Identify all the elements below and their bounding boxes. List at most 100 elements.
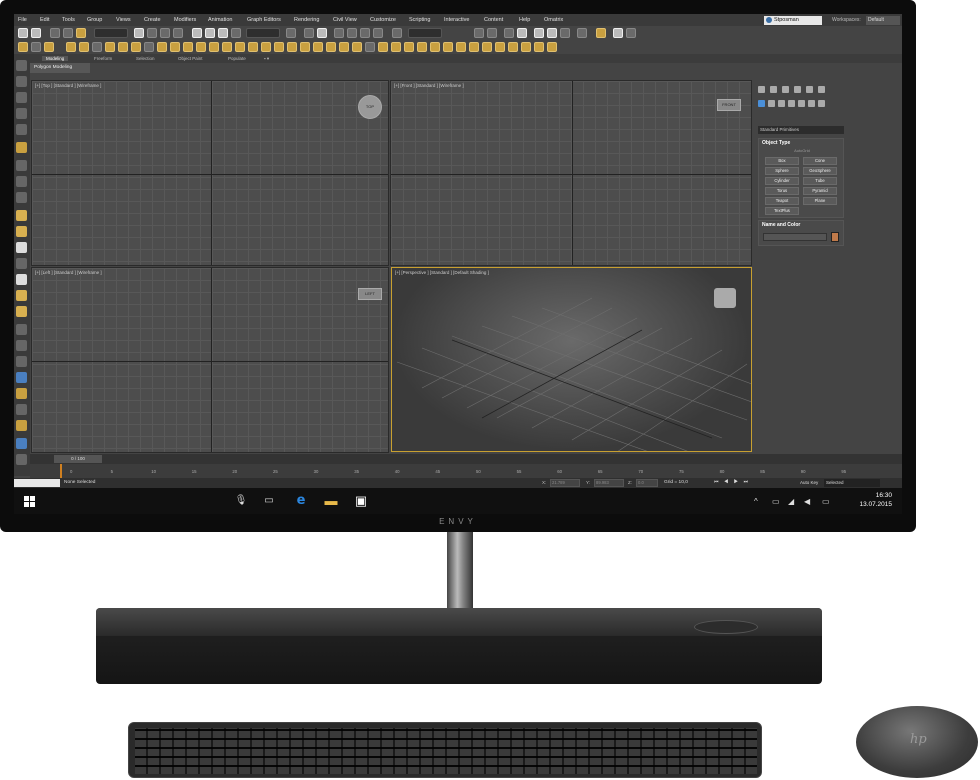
menu-animation[interactable]: Animation bbox=[208, 17, 232, 23]
snaps-toggle-icon[interactable] bbox=[334, 28, 344, 38]
toolbar-tool-40-icon[interactable] bbox=[534, 42, 544, 52]
utilities-tab-icon[interactable] bbox=[818, 86, 825, 93]
toolbar-tool-27-icon[interactable] bbox=[365, 42, 375, 52]
notifications-icon[interactable]: ▭ bbox=[822, 497, 830, 506]
toolbar-tool-14-icon[interactable] bbox=[196, 42, 206, 52]
toolbar-tool-18-icon[interactable] bbox=[248, 42, 258, 52]
toolbar-tool-29-icon[interactable] bbox=[391, 42, 401, 52]
toolbar-tool-31-icon[interactable] bbox=[417, 42, 427, 52]
volume-icon[interactable]: ◀ bbox=[804, 497, 810, 506]
menu-create[interactable]: Create bbox=[144, 17, 161, 23]
display-tab-icon[interactable] bbox=[806, 86, 813, 93]
toolbar-tool-8-icon[interactable] bbox=[118, 42, 128, 52]
select-manipulate-icon[interactable] bbox=[304, 28, 314, 38]
toolbar-tool-3-icon[interactable] bbox=[44, 42, 54, 52]
align-icon[interactable] bbox=[487, 28, 497, 38]
left-tool-14-icon[interactable] bbox=[16, 274, 27, 285]
layer-explorer-icon[interactable] bbox=[504, 28, 514, 38]
toolbar-tool-6-icon[interactable] bbox=[92, 42, 102, 52]
render-frame-icon[interactable] bbox=[596, 28, 606, 38]
material-editor-icon[interactable] bbox=[560, 28, 570, 38]
toolbar-tool-23-icon[interactable] bbox=[313, 42, 323, 52]
redo-icon[interactable] bbox=[31, 28, 41, 38]
toolbar-tool-33-icon[interactable] bbox=[443, 42, 453, 52]
left-tool-15-icon[interactable] bbox=[16, 290, 27, 301]
toolbar-tool-2-icon[interactable] bbox=[31, 42, 41, 52]
edge-browser-icon[interactable]: e bbox=[294, 494, 308, 507]
toggle-ribbon-icon[interactable] bbox=[517, 28, 527, 38]
move-icon[interactable] bbox=[192, 28, 202, 38]
create-tab-icon[interactable] bbox=[758, 86, 765, 93]
left-tool-7-icon[interactable] bbox=[16, 160, 27, 171]
tube-button[interactable]: Tube bbox=[803, 177, 837, 185]
left-tool-10-icon[interactable] bbox=[16, 210, 27, 221]
left-tool-24-icon[interactable] bbox=[16, 438, 27, 449]
left-tool-1-icon[interactable] bbox=[16, 60, 27, 71]
bind-space-warp-icon[interactable] bbox=[76, 28, 86, 38]
menu-modifiers[interactable]: Modifiers bbox=[174, 17, 196, 23]
named-selection-dropdown[interactable] bbox=[408, 28, 442, 38]
toolbar-tool-26-icon[interactable] bbox=[352, 42, 362, 52]
ribbon-tab-object-paint[interactable]: Object Paint bbox=[178, 56, 203, 61]
viewport-top[interactable]: [+] [Top ] [Standard ] [Wireframe ] TOP bbox=[31, 80, 389, 266]
scale-icon[interactable] bbox=[218, 28, 228, 38]
clock-date[interactable]: 13.07.2015 bbox=[852, 501, 892, 508]
left-tool-21-icon[interactable] bbox=[16, 388, 27, 399]
left-tool-9-icon[interactable] bbox=[16, 192, 27, 203]
network-icon[interactable]: ◢ bbox=[788, 497, 794, 506]
menu-views[interactable]: Views bbox=[116, 17, 131, 23]
primitive-type-dropdown[interactable]: Standard Primitives bbox=[758, 126, 844, 134]
toolbar-tool-38-icon[interactable] bbox=[508, 42, 518, 52]
menu-file[interactable]: File bbox=[18, 17, 27, 23]
menu-group[interactable]: Group bbox=[87, 17, 102, 23]
ribbon-tab-populate[interactable]: Populate bbox=[228, 56, 246, 61]
cameras-icon[interactable] bbox=[788, 100, 795, 107]
viewport-front-label[interactable]: [+] [Front ] [Standard ] [Wireframe ] bbox=[394, 83, 464, 88]
left-tool-18-icon[interactable] bbox=[16, 340, 27, 351]
viewcube-top[interactable]: TOP bbox=[358, 95, 382, 119]
viewport-front[interactable]: [+] [Front ] [Standard ] [Wireframe ] FR… bbox=[390, 80, 752, 266]
object-type-header[interactable]: Object Type bbox=[762, 140, 790, 146]
selection-region-icon[interactable] bbox=[160, 28, 170, 38]
textplus-button[interactable]: TextPlus bbox=[765, 207, 799, 215]
left-tool-12-icon[interactable] bbox=[16, 242, 27, 253]
toolbar-tool-41-icon[interactable] bbox=[547, 42, 557, 52]
left-tool-2-icon[interactable] bbox=[16, 76, 27, 87]
current-frame-marker[interactable] bbox=[60, 464, 62, 478]
toolbar-tool-20-icon[interactable] bbox=[274, 42, 284, 52]
left-tool-11-icon[interactable] bbox=[16, 226, 27, 237]
modify-tab-icon[interactable] bbox=[770, 86, 777, 93]
toolbar-tool-9-icon[interactable] bbox=[131, 42, 141, 52]
left-tool-22-icon[interactable] bbox=[16, 404, 27, 415]
cortana-mic-icon[interactable]: 🎙 bbox=[234, 494, 248, 507]
trackbar[interactable]: 0 5 10 15 20 25 30 35 40 45 50 55 60 65 70 75 80 85 90 95 bbox=[30, 464, 902, 478]
battery-icon[interactable]: ▭ bbox=[772, 497, 780, 506]
sphere-button[interactable]: Sphere bbox=[765, 167, 799, 175]
schematic-view-icon[interactable] bbox=[547, 28, 557, 38]
ribbon-options-icon[interactable]: ▪ ▾ bbox=[264, 56, 269, 62]
angle-snap-icon[interactable] bbox=[347, 28, 357, 38]
rotate-icon[interactable] bbox=[205, 28, 215, 38]
hierarchy-tab-icon[interactable] bbox=[782, 86, 789, 93]
menu-customize[interactable]: Customize bbox=[370, 17, 396, 23]
menu-edit[interactable]: Edit bbox=[40, 17, 49, 23]
menu-omatrix[interactable]: Omatrix bbox=[544, 17, 563, 23]
workspace-dropdown[interactable]: Default bbox=[866, 16, 900, 25]
render-setup-icon[interactable] bbox=[577, 28, 587, 38]
pyramid-button[interactable]: Pyramid bbox=[803, 187, 837, 195]
object-color-swatch[interactable] bbox=[831, 232, 839, 242]
toolbar-tool-34-icon[interactable] bbox=[456, 42, 466, 52]
pivot-icon[interactable] bbox=[286, 28, 296, 38]
task-view-icon[interactable]: ▭ bbox=[262, 494, 276, 507]
ribbon-tab-modeling[interactable]: Modeling bbox=[42, 56, 69, 61]
toolbar-tool-4-icon[interactable] bbox=[66, 42, 76, 52]
viewcube-front[interactable]: FRONT bbox=[717, 99, 741, 111]
show-hidden-icons-icon[interactable]: ^ bbox=[754, 497, 758, 506]
toolbar-tool-24-icon[interactable] bbox=[326, 42, 336, 52]
viewport-perspective[interactable]: [+] [Perspective ] [Standard ] [Default … bbox=[391, 267, 752, 452]
select-object-icon[interactable] bbox=[134, 28, 144, 38]
systems-icon[interactable] bbox=[818, 100, 825, 107]
toolbar-tool-30-icon[interactable] bbox=[404, 42, 414, 52]
autogrid-checkbox[interactable]: AutoGrid bbox=[759, 148, 845, 153]
shapes-icon[interactable] bbox=[768, 100, 775, 107]
